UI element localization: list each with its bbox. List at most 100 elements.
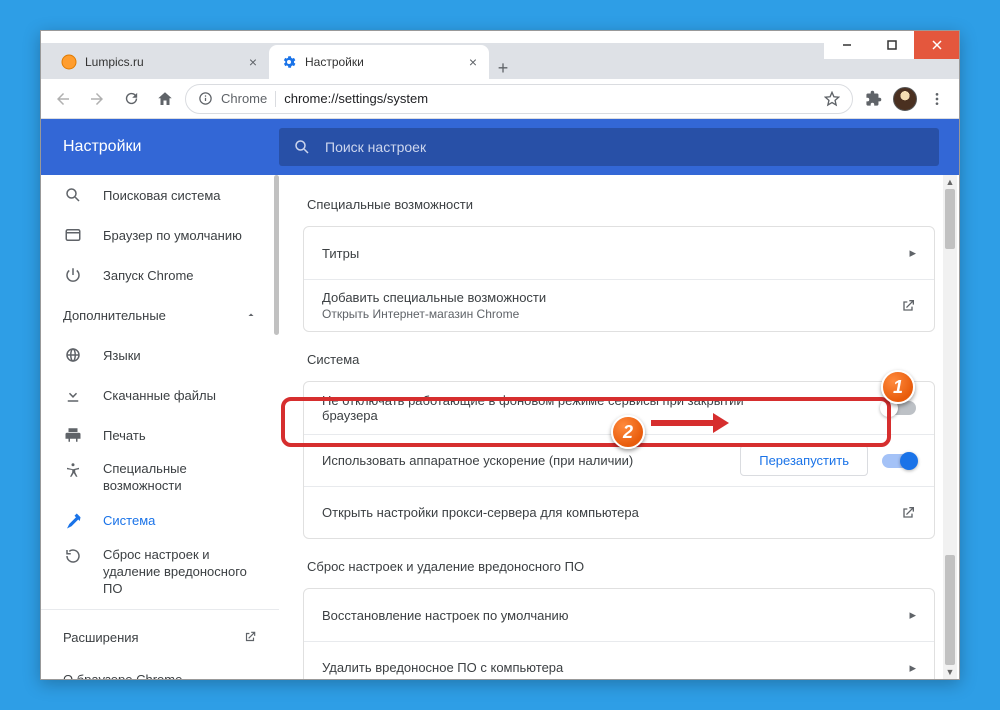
sidebar-item-printing[interactable]: Печать — [41, 415, 279, 455]
restart-button[interactable]: Перезапустить — [740, 445, 868, 476]
settings-header: Настройки — [41, 119, 959, 175]
sidebar-item-on-startup[interactable]: Запуск Chrome — [41, 255, 279, 295]
row-proxy-settings[interactable]: Открыть настройки прокси-сервера для ком… — [304, 486, 934, 538]
sidebar: Поисковая система Браузер по умолчанию З… — [41, 175, 279, 679]
scrollbar-thumb[interactable] — [945, 189, 955, 249]
home-button[interactable] — [151, 85, 179, 113]
settings-search-input[interactable] — [325, 139, 925, 155]
sidebar-item-default-browser[interactable]: Браузер по умолчанию — [41, 215, 279, 255]
print-icon — [63, 426, 83, 444]
sidebar-item-about[interactable]: О браузере Chrome — [41, 658, 279, 679]
address-prefix: Chrome — [221, 91, 267, 106]
accessibility-icon — [63, 461, 83, 479]
main-panel: Специальные возможности Титры ▸ Добавить… — [279, 175, 959, 679]
minimize-icon — [842, 40, 852, 50]
profile-avatar[interactable] — [893, 87, 917, 111]
section-reset-title: Сброс настроек и удаление вредоносного П… — [307, 559, 935, 574]
tab-label: Настройки — [305, 55, 364, 69]
sidebar-item-reset[interactable]: Сброс настроек и удаление вредоносного П… — [41, 541, 279, 604]
forward-button[interactable] — [83, 85, 111, 113]
sidebar-item-accessibility[interactable]: Специальные возможности — [41, 455, 279, 501]
reset-card: Восстановление настроек по умолчанию ▸ У… — [303, 588, 935, 679]
external-link-icon — [900, 505, 916, 521]
chevron-right-icon: ▸ — [909, 245, 916, 261]
sidebar-item-label: Специальные возможности — [103, 461, 243, 495]
info-icon — [198, 91, 213, 106]
row-sublabel: Открыть Интернет-магазин Chrome — [322, 307, 546, 321]
system-card: Не отключать работающие в фоновом режиме… — [303, 381, 935, 539]
external-link-icon — [243, 630, 257, 644]
row-label: Удалить вредоносное ПО с компьютера — [322, 660, 563, 675]
search-icon — [293, 138, 311, 156]
tab-lumpics[interactable]: Lumpics.ru × — [49, 45, 269, 79]
sidebar-item-label: Браузер по умолчанию — [103, 228, 242, 243]
back-button[interactable] — [49, 85, 77, 113]
sidebar-advanced-toggle[interactable]: Дополнительные — [41, 295, 279, 335]
browser-window: Lumpics.ru × Настройки × + Chrome chrome… — [40, 30, 960, 680]
close-icon — [932, 40, 942, 50]
sidebar-item-label: Скачанные файлы — [103, 388, 216, 403]
section-system-title: Система — [307, 352, 935, 367]
row-cleanup[interactable]: Удалить вредоносное ПО с компьютера ▸ — [304, 641, 934, 679]
row-label: Добавить специальные возможности — [322, 290, 546, 305]
annotation-badge-2: 2 — [611, 415, 645, 449]
download-icon — [63, 386, 83, 404]
tab-strip: Lumpics.ru × Настройки × + — [41, 43, 959, 79]
sidebar-item-label: Сброс настроек и удаление вредоносного П… — [103, 547, 253, 598]
row-label: Открыть настройки прокси-сервера для ком… — [322, 505, 639, 520]
sidebar-item-label: Печать — [103, 428, 146, 443]
row-label: Титры — [322, 246, 359, 261]
sidebar-item-label: Система — [103, 513, 155, 528]
sidebar-item-label: Поисковая система — [103, 188, 221, 203]
chevron-up-icon — [245, 309, 257, 321]
about-label: О браузере Chrome — [63, 672, 182, 679]
advanced-label: Дополнительные — [63, 308, 166, 323]
search-icon — [63, 186, 83, 204]
scrollbar-thumb[interactable] — [945, 555, 955, 665]
section-accessibility-title: Специальные возможности — [307, 197, 935, 212]
maximize-icon — [887, 40, 897, 50]
row-add-accessibility[interactable]: Добавить специальные возможности Открыть… — [304, 279, 934, 331]
power-icon — [63, 266, 83, 284]
minimize-button[interactable] — [824, 31, 869, 59]
tab-label: Lumpics.ru — [85, 55, 144, 69]
window-titlebar — [41, 31, 959, 43]
tab-close-button[interactable]: × — [249, 54, 257, 70]
sidebar-item-search-engine[interactable]: Поисковая система — [41, 175, 279, 215]
address-bar[interactable]: Chrome chrome://settings/system — [185, 84, 853, 114]
sidebar-item-system[interactable]: Система — [41, 501, 279, 541]
address-text: chrome://settings/system — [284, 91, 428, 106]
maximize-button[interactable] — [869, 31, 914, 59]
settings-title: Настройки — [41, 138, 279, 156]
sidebar-item-downloads[interactable]: Скачанные файлы — [41, 375, 279, 415]
row-label: Не отключать работающие в фоновом режиме… — [322, 393, 782, 423]
tab-settings[interactable]: Настройки × — [269, 45, 489, 79]
settings-favicon-icon — [281, 54, 297, 70]
globe-icon — [63, 346, 83, 364]
extensions-label: Расширения — [63, 630, 139, 645]
sidebar-item-extensions[interactable]: Расширения — [41, 616, 279, 658]
chevron-right-icon: ▸ — [909, 660, 916, 676]
new-tab-button[interactable]: + — [489, 58, 517, 79]
settings-search[interactable] — [279, 128, 939, 166]
main-scrollbar[interactable]: ▲ ▼ — [943, 175, 957, 679]
row-captions[interactable]: Титры ▸ — [304, 227, 934, 279]
row-label: Использовать аппаратное ускорение (при н… — [322, 453, 633, 468]
close-window-button[interactable] — [914, 31, 959, 59]
sidebar-item-label: Запуск Chrome — [103, 268, 194, 283]
bookmark-button[interactable] — [824, 91, 840, 107]
reload-button[interactable] — [117, 85, 145, 113]
row-restore-defaults[interactable]: Восстановление настроек по умолчанию ▸ — [304, 589, 934, 641]
toggle-hardware-acceleration[interactable] — [882, 454, 916, 468]
sidebar-item-languages[interactable]: Языки — [41, 335, 279, 375]
tab-close-button[interactable]: × — [469, 54, 477, 70]
extensions-button[interactable] — [859, 85, 887, 113]
chevron-right-icon: ▸ — [909, 607, 916, 623]
annotation-badge-1: 1 — [881, 370, 915, 404]
divider — [41, 609, 279, 610]
wrench-icon — [63, 512, 83, 530]
scroll-down-icon[interactable]: ▼ — [943, 665, 957, 679]
menu-button[interactable] — [923, 85, 951, 113]
lumpics-favicon-icon — [61, 54, 77, 70]
scroll-up-icon[interactable]: ▲ — [943, 175, 957, 189]
